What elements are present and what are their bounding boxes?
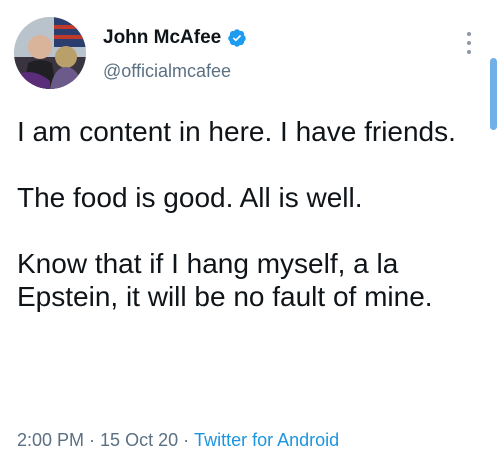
tweet-paragraph: The food is good. All is well. bbox=[17, 182, 363, 213]
tweet-card: John McAfee @officialmcafee I am content… bbox=[0, 0, 500, 470]
tweet-paragraph: Know that if I hang myself, a la Epstein… bbox=[17, 248, 433, 312]
tweet-text: I am content in here. I have friends. Th… bbox=[17, 115, 472, 313]
scrollbar[interactable] bbox=[490, 58, 497, 130]
meta-separator: · bbox=[89, 430, 96, 450]
author-name-row[interactable]: John McAfee bbox=[103, 27, 247, 49]
author-display-name[interactable]: John McAfee bbox=[103, 27, 221, 49]
tweet-paragraph: I am content in here. I have friends. bbox=[17, 116, 456, 147]
author-handle[interactable]: @officialmcafee bbox=[103, 61, 231, 82]
verified-badge-icon bbox=[227, 28, 247, 48]
meta-separator: · bbox=[183, 430, 190, 450]
avatar[interactable] bbox=[14, 17, 86, 89]
tweet-metadata: 2:00 PM · 15 Oct 20 · Twitter for Androi… bbox=[17, 430, 339, 451]
more-options-icon[interactable] bbox=[464, 32, 474, 54]
tweet-date[interactable]: 15 Oct 20 bbox=[100, 430, 178, 451]
tweet-time[interactable]: 2:00 PM bbox=[17, 430, 84, 451]
tweet-source-link[interactable]: Twitter for Android bbox=[194, 430, 339, 451]
profile-photo-icon bbox=[14, 17, 86, 89]
